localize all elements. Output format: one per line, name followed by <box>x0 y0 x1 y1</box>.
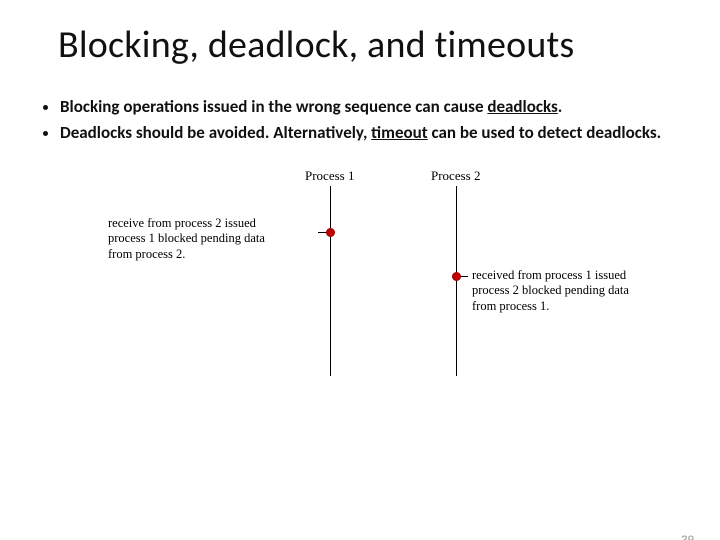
bullet-2-pre: Deadlocks should be avoided. Alternative… <box>60 122 371 143</box>
process-2-event-dot-icon <box>452 272 461 281</box>
process-2-note: received from process 1 issued process 2… <box>472 268 664 315</box>
bullet-1-underlined: deadlocks <box>487 96 557 117</box>
bullet-2-underlined: timeout <box>371 122 428 143</box>
process-2-note-line-1: received from process 1 issued <box>472 268 626 282</box>
process-1-note-line-3: from process 2. <box>108 247 185 261</box>
page-number: 39 <box>681 533 694 540</box>
bullet-1: Blocking operations issued in the wrong … <box>60 96 678 118</box>
bullet-2: Deadlocks should be avoided. Alternative… <box>60 122 678 144</box>
bullet-list: Blocking operations issued in the wrong … <box>42 96 678 144</box>
process-1-event-dot-icon <box>326 228 335 237</box>
process-2-note-line-3: from process 1. <box>472 299 549 313</box>
process-1-note-line-1: receive from process 2 issued <box>108 216 256 230</box>
deadlock-diagram: Process 1 Process 2 receive from process… <box>90 168 630 388</box>
slide-title: Blocking, deadlock, and timeouts <box>58 22 720 68</box>
process-1-label: Process 1 <box>305 168 354 184</box>
process-1-timeline <box>330 186 331 376</box>
bullet-1-pre: Blocking operations issued in the wrong … <box>60 96 487 117</box>
process-1-note: receive from process 2 issued process 1 … <box>108 216 308 263</box>
process-2-note-line-2: process 2 blocked pending data <box>472 283 629 297</box>
bullet-2-post: can be used to detect deadlocks. <box>428 122 662 143</box>
process-2-label: Process 2 <box>431 168 480 184</box>
bullet-1-post: . <box>558 96 563 117</box>
process-2-timeline <box>456 186 457 376</box>
process-1-note-line-2: process 1 blocked pending data <box>108 231 265 245</box>
